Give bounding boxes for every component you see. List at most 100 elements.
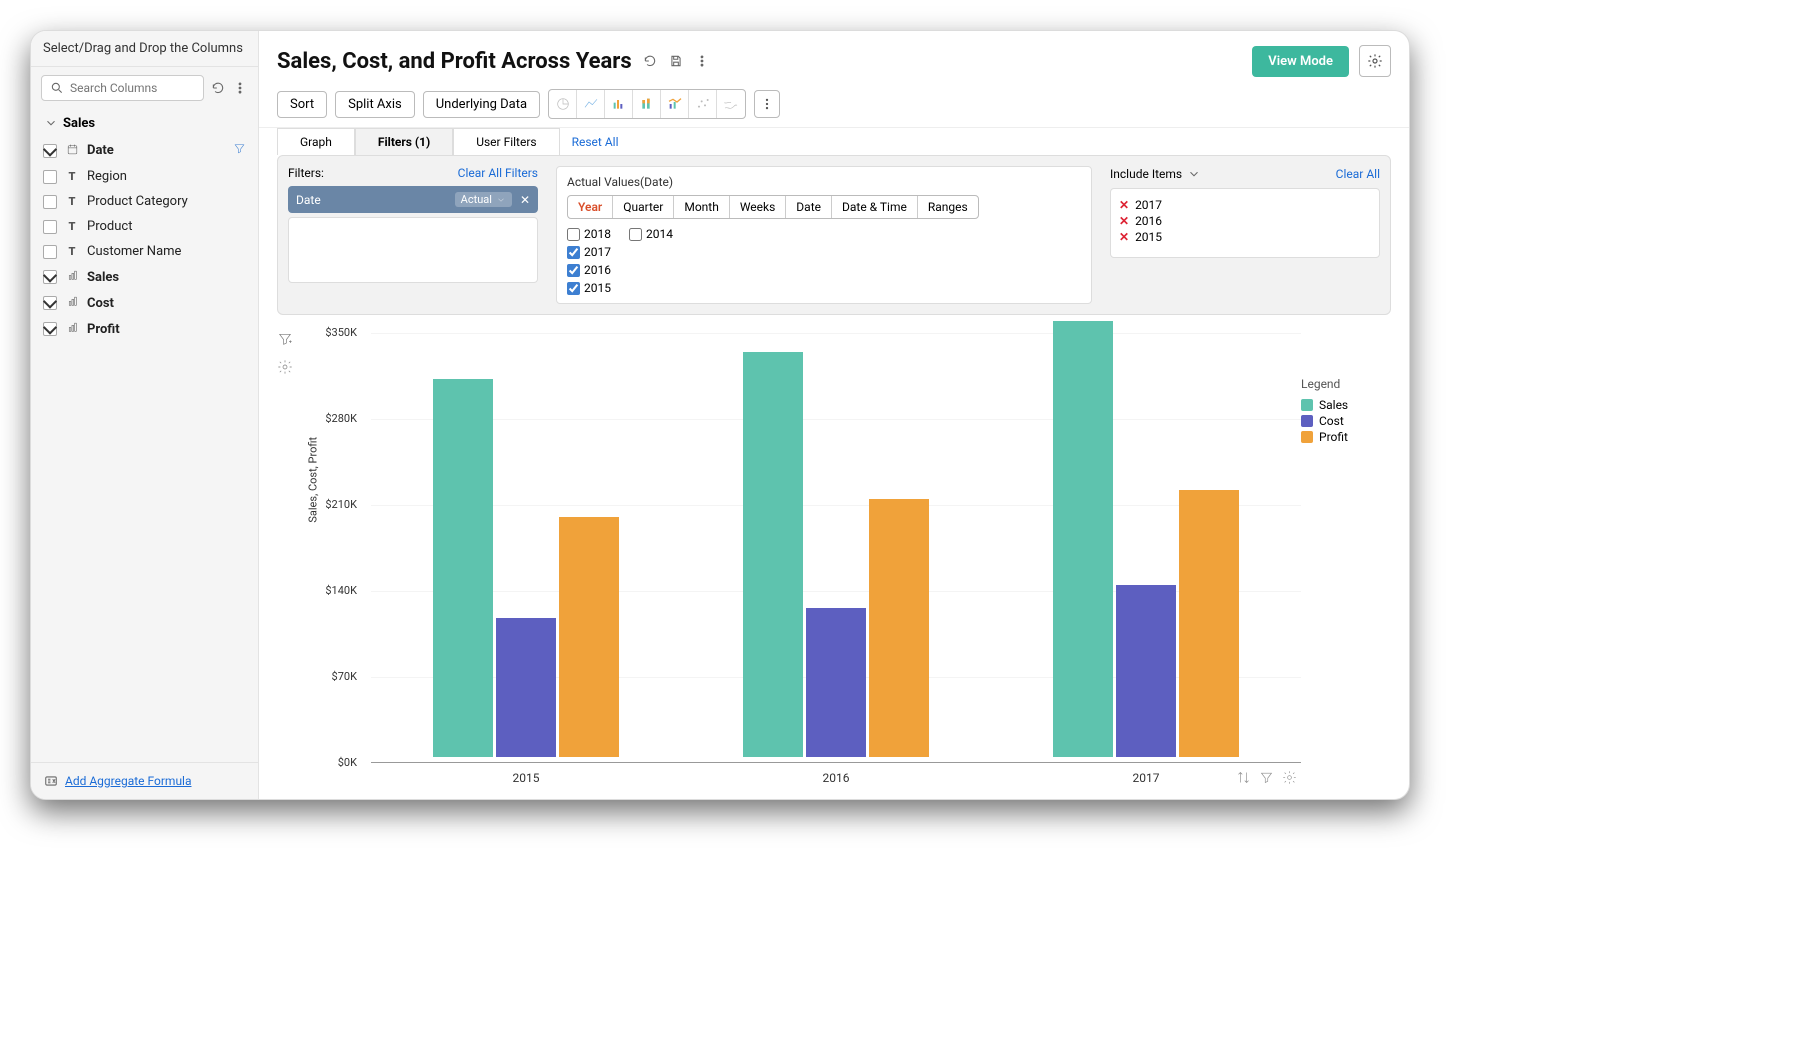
range-option-ranges[interactable]: Ranges bbox=[918, 196, 978, 218]
bar-cost-2016[interactable] bbox=[806, 608, 866, 757]
app-frame: Select/Drag and Drop the Columns Sales D… bbox=[30, 30, 1410, 800]
columns-list: Date T Region T Product Category T Produ… bbox=[31, 137, 258, 762]
reset-all-link[interactable]: Reset All bbox=[572, 135, 619, 149]
range-option-quarter[interactable]: Quarter bbox=[613, 196, 674, 218]
filter-icon[interactable] bbox=[233, 142, 246, 159]
chart-filter-icon[interactable] bbox=[1259, 770, 1274, 789]
view-mode-button[interactable]: View Mode bbox=[1252, 46, 1349, 77]
bar-cost-2017[interactable] bbox=[1116, 585, 1176, 757]
range-option-date[interactable]: Date bbox=[786, 196, 832, 218]
column-customer-name[interactable]: T Customer Name bbox=[41, 239, 248, 264]
filter-chip-mode[interactable]: Actual bbox=[455, 192, 512, 207]
bar-sales-2016[interactable] bbox=[743, 352, 803, 757]
year-checkbox-2014[interactable]: 2014 bbox=[629, 227, 673, 241]
search-columns-input[interactable] bbox=[70, 81, 195, 95]
underlying-data-button[interactable]: Underlying Data bbox=[423, 91, 540, 118]
legend-item-profit[interactable]: Profit bbox=[1301, 429, 1391, 445]
toolbar-more-icon[interactable] bbox=[754, 90, 780, 118]
sidebar-group-toggle[interactable]: Sales bbox=[31, 109, 258, 137]
bar-sales-2015[interactable] bbox=[433, 379, 493, 757]
legend-title: Legend bbox=[1301, 377, 1391, 391]
range-option-weeks[interactable]: Weeks bbox=[730, 196, 786, 218]
column-profit[interactable]: Profit bbox=[41, 316, 248, 342]
remove-included-icon[interactable]: ✕ bbox=[1119, 198, 1129, 212]
column-type-icon bbox=[65, 295, 79, 311]
column-checkbox[interactable] bbox=[43, 195, 57, 209]
legend-item-sales[interactable]: Sales bbox=[1301, 397, 1391, 413]
range-option-date-time[interactable]: Date & Time bbox=[832, 196, 918, 218]
search-columns-input-wrapper[interactable] bbox=[41, 75, 204, 101]
column-checkbox[interactable] bbox=[43, 170, 57, 184]
chart-type-bar-icon[interactable] bbox=[605, 90, 633, 118]
y-tick-label: $210K bbox=[323, 498, 363, 511]
year-checkbox-2016[interactable]: 2016 bbox=[567, 263, 815, 277]
column-checkbox[interactable] bbox=[43, 144, 57, 158]
column-type-icon: T bbox=[65, 195, 79, 208]
column-label: Profit bbox=[87, 322, 120, 337]
year-checkbox-2017[interactable]: 2017 bbox=[567, 245, 815, 259]
column-checkbox[interactable] bbox=[43, 270, 57, 284]
bar-profit-2015[interactable] bbox=[559, 517, 619, 757]
chart-type-pie-icon[interactable] bbox=[549, 90, 577, 118]
year-checkbox-2018[interactable]: 2018 bbox=[567, 227, 611, 241]
chart-gear-icon[interactable] bbox=[1282, 770, 1297, 789]
remove-included-icon[interactable]: ✕ bbox=[1119, 230, 1129, 244]
column-checkbox[interactable] bbox=[43, 220, 57, 234]
column-sales[interactable]: Sales bbox=[41, 264, 248, 290]
filter-chip-remove-icon[interactable]: ✕ bbox=[520, 193, 530, 207]
clear-all-filters-link[interactable]: Clear All Filters bbox=[458, 166, 538, 180]
chart-type-map-icon[interactable] bbox=[717, 90, 745, 118]
remove-included-icon[interactable]: ✕ bbox=[1119, 214, 1129, 228]
column-checkbox[interactable] bbox=[43, 245, 57, 259]
search-icon bbox=[50, 80, 64, 96]
clear-all-included-link[interactable]: Clear All bbox=[1336, 167, 1380, 181]
range-option-month[interactable]: Month bbox=[674, 196, 729, 218]
bar-sales-2017[interactable] bbox=[1053, 321, 1113, 757]
settings-button[interactable] bbox=[1359, 45, 1391, 77]
column-checkbox[interactable] bbox=[43, 296, 57, 310]
add-aggregate-formula-link[interactable]: Add Aggregate Formula bbox=[65, 774, 192, 788]
column-cost[interactable]: Cost bbox=[41, 290, 248, 316]
legend-item-cost[interactable]: Cost bbox=[1301, 413, 1391, 429]
sidebar-header: Select/Drag and Drop the Columns bbox=[31, 31, 258, 67]
tab-filters[interactable]: Filters (1) bbox=[355, 128, 453, 155]
legend-swatch bbox=[1301, 399, 1313, 411]
tab-graph[interactable]: Graph bbox=[277, 128, 355, 155]
chart-type-combo-icon[interactable] bbox=[661, 90, 689, 118]
bar-cost-2015[interactable] bbox=[496, 618, 556, 757]
bar-profit-2016[interactable] bbox=[869, 499, 929, 757]
filter-drop-zone[interactable] bbox=[288, 217, 538, 283]
bar-group-2015 bbox=[371, 327, 681, 757]
column-date[interactable]: Date bbox=[41, 137, 248, 164]
chart-swap-axes-icon[interactable] bbox=[1236, 770, 1251, 789]
column-type-icon bbox=[65, 321, 79, 337]
chart-settings-icon[interactable] bbox=[277, 359, 307, 379]
title-more-icon[interactable] bbox=[694, 53, 710, 69]
actual-values-title: Actual Values(Date) bbox=[567, 175, 1081, 189]
chart-add-filter-icon[interactable] bbox=[277, 331, 307, 351]
range-option-year[interactable]: Year bbox=[568, 196, 613, 218]
column-checkbox[interactable] bbox=[43, 322, 57, 336]
bar-profit-2017[interactable] bbox=[1179, 490, 1239, 757]
column-product[interactable]: T Product bbox=[41, 214, 248, 239]
refresh-columns-icon[interactable] bbox=[210, 80, 226, 96]
tab-user-filters[interactable]: User Filters bbox=[453, 128, 559, 155]
refresh-icon[interactable] bbox=[642, 53, 658, 69]
columns-more-icon[interactable] bbox=[232, 80, 248, 96]
chart-canvas: Sales, Cost, Profit $0K$70K$140K$210K$28… bbox=[307, 327, 1301, 791]
chart-type-line-icon[interactable] bbox=[577, 90, 605, 118]
sort-button[interactable]: Sort bbox=[277, 91, 327, 118]
include-items-dropdown-icon[interactable] bbox=[1186, 166, 1202, 182]
year-checkbox-2015[interactable]: 2015 bbox=[567, 281, 815, 295]
save-icon[interactable] bbox=[668, 53, 684, 69]
chart-area: Sales, Cost, Profit $0K$70K$140K$210K$28… bbox=[259, 327, 1409, 800]
column-product-category[interactable]: T Product Category bbox=[41, 189, 248, 214]
chart-type-stacked-icon[interactable] bbox=[633, 90, 661, 118]
column-label: Customer Name bbox=[87, 244, 181, 259]
split-axis-button[interactable]: Split Axis bbox=[335, 91, 415, 118]
chart-type-scatter-icon[interactable] bbox=[689, 90, 717, 118]
date-range-segmented: YearQuarterMonthWeeksDateDate & TimeRang… bbox=[567, 195, 979, 219]
column-label: Product bbox=[87, 219, 132, 234]
column-region[interactable]: T Region bbox=[41, 164, 248, 189]
filter-chip-date[interactable]: Date Actual ✕ bbox=[288, 186, 538, 213]
